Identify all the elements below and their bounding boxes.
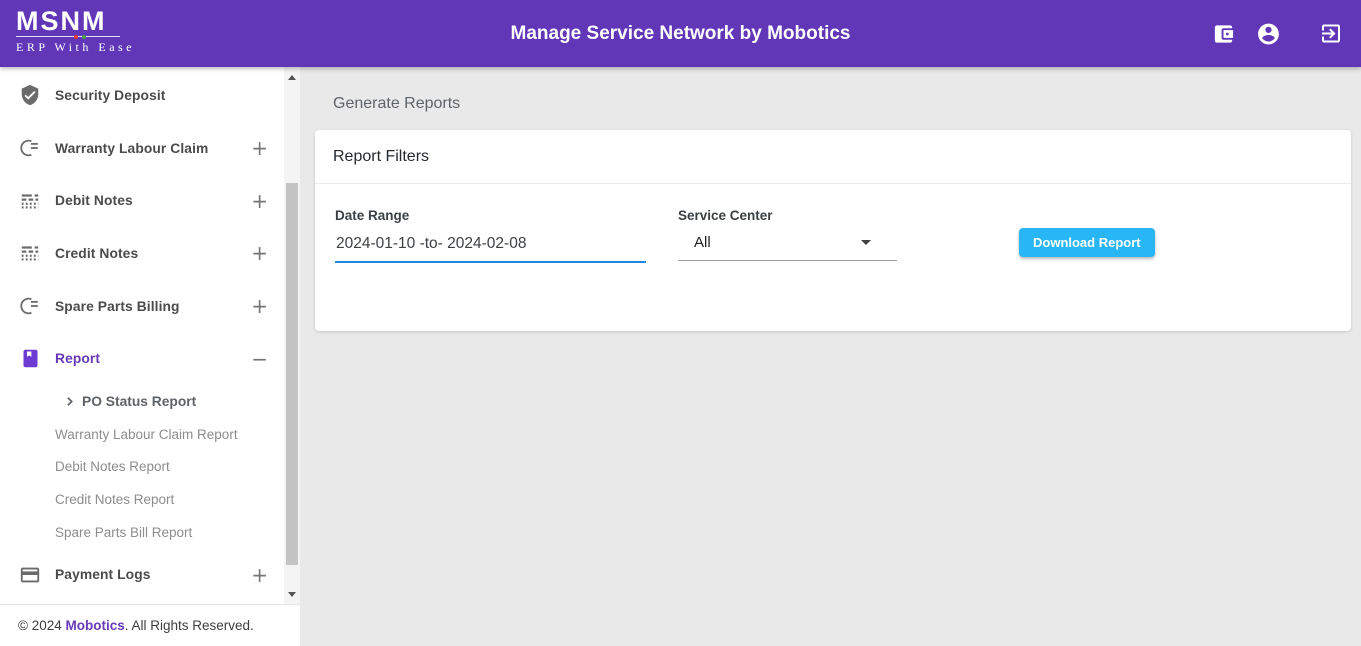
report-filters-card: Report Filters Date Range Service Center… — [315, 130, 1351, 331]
submenu-item-label: Credit Notes Report — [55, 492, 174, 507]
expand-plus-icon[interactable]: + — [251, 243, 268, 263]
app-logo[interactable]: MSNM ERP With Ease — [16, 7, 135, 55]
service-center-label: Service Center — [678, 208, 897, 223]
sidebar-item-label: Security Deposit — [55, 88, 165, 103]
expand-plus-icon[interactable]: + — [251, 296, 268, 316]
copyright-suffix: . All Rights Reserved. — [125, 618, 254, 633]
app-title: Manage Service Network by Mobotics — [511, 23, 851, 45]
header-actions — [1211, 21, 1343, 46]
submenu-item-credit-notes-report[interactable]: Credit Notes Report — [0, 483, 284, 516]
service-center-value: All — [694, 234, 711, 251]
sidebar-scrollbar[interactable] — [284, 67, 300, 604]
sidebar-item-security-deposit[interactable]: Security Deposit — [0, 69, 284, 122]
wallet-icon[interactable] — [1211, 21, 1236, 46]
dashed-notes-icon — [18, 241, 42, 265]
submenu-item-label: Spare Parts Bill Report — [55, 525, 192, 540]
sidebar-item-payment-logs[interactable]: Payment Logs + — [0, 549, 284, 602]
sidebar-item-label: Spare Parts Billing — [55, 299, 180, 314]
app-window: MSNM ERP With Ease Manage Service Networ… — [0, 0, 1361, 646]
credit-card-icon — [18, 563, 42, 587]
book-icon — [18, 347, 42, 371]
brand-link[interactable]: Mobotics — [65, 618, 124, 633]
expand-plus-icon[interactable]: + — [251, 191, 268, 211]
sidebar-item-label: Report — [55, 351, 100, 366]
submenu-item-spare-parts-bill-report[interactable]: Spare Parts Bill Report — [0, 516, 284, 549]
scroll-down-arrow-icon[interactable] — [284, 586, 300, 602]
card-title: Report Filters — [315, 130, 1351, 184]
date-range-input[interactable] — [335, 235, 646, 263]
scrollbar-thumb[interactable] — [286, 183, 298, 565]
sidebar-item-spare-parts-billing[interactable]: Spare Parts Billing + — [0, 280, 284, 333]
sidebar-item-debit-notes[interactable]: Debit Notes + — [0, 174, 284, 227]
logout-icon[interactable] — [1318, 21, 1343, 46]
dropdown-caret-icon — [861, 240, 871, 245]
scroll-up-arrow-icon[interactable] — [284, 69, 300, 85]
sidebar: Security Deposit Warranty Labour Claim +… — [0, 67, 300, 646]
download-report-button[interactable]: Download Report — [1019, 228, 1155, 257]
submenu-item-label: Warranty Labour Claim Report — [55, 427, 238, 442]
expand-plus-icon[interactable]: + — [251, 138, 268, 158]
expand-plus-icon[interactable]: + — [251, 565, 268, 585]
submenu-item-debit-notes-report[interactable]: Debit Notes Report — [0, 451, 284, 484]
shield-check-icon — [18, 83, 42, 107]
submenu-item-label: PO Status Report — [82, 394, 196, 409]
page-title: Generate Reports — [333, 95, 1361, 113]
filters-row: Date Range Service Center All Download R… — [315, 184, 1351, 330]
submenu-item-label: Debit Notes Report — [55, 459, 170, 474]
service-center-group: Service Center All — [678, 208, 897, 261]
sidebar-item-report[interactable]: Report − — [0, 332, 284, 385]
chevron-right-icon — [63, 395, 76, 408]
sidebar-item-credit-notes[interactable]: Credit Notes + — [0, 227, 284, 280]
app-header: MSNM ERP With Ease Manage Service Networ… — [0, 0, 1361, 67]
logo-dot-red — [74, 35, 78, 39]
copyright-footer: © 2024 Mobotics. All Rights Reserved. — [0, 604, 300, 646]
logo-tagline: ERP With Ease — [16, 40, 135, 55]
dashed-notes-icon — [18, 189, 42, 213]
sidebar-item-label: Warranty Labour Claim — [55, 141, 208, 156]
date-range-group: Date Range — [335, 208, 646, 263]
logo-title: MSNM — [16, 7, 135, 35]
claim-list-icon — [18, 136, 42, 160]
report-submenu: PO Status Report Warranty Labour Claim R… — [0, 385, 284, 548]
date-range-label: Date Range — [335, 208, 646, 223]
sidebar-nav: Security Deposit Warranty Labour Claim +… — [0, 67, 284, 604]
collapse-minus-icon[interactable]: − — [251, 349, 268, 369]
sidebar-item-warranty-labour-claim[interactable]: Warranty Labour Claim + — [0, 122, 284, 175]
submenu-item-warranty-labour-claim-report[interactable]: Warranty Labour Claim Report — [0, 418, 284, 451]
submenu-item-po-status-report[interactable]: PO Status Report — [0, 385, 284, 418]
claim-list-icon — [18, 294, 42, 318]
sidebar-item-label: Payment Logs — [55, 567, 151, 582]
copyright-prefix: © 2024 — [18, 618, 65, 633]
service-center-select[interactable]: All — [678, 234, 897, 261]
main-content: Generate Reports Report Filters Date Ran… — [300, 67, 1361, 646]
sidebar-item-label: Credit Notes — [55, 246, 138, 261]
account-icon[interactable] — [1256, 21, 1281, 46]
logo-divider — [16, 36, 120, 37]
sidebar-item-label: Debit Notes — [55, 193, 133, 208]
logo-dot-green — [82, 35, 86, 39]
